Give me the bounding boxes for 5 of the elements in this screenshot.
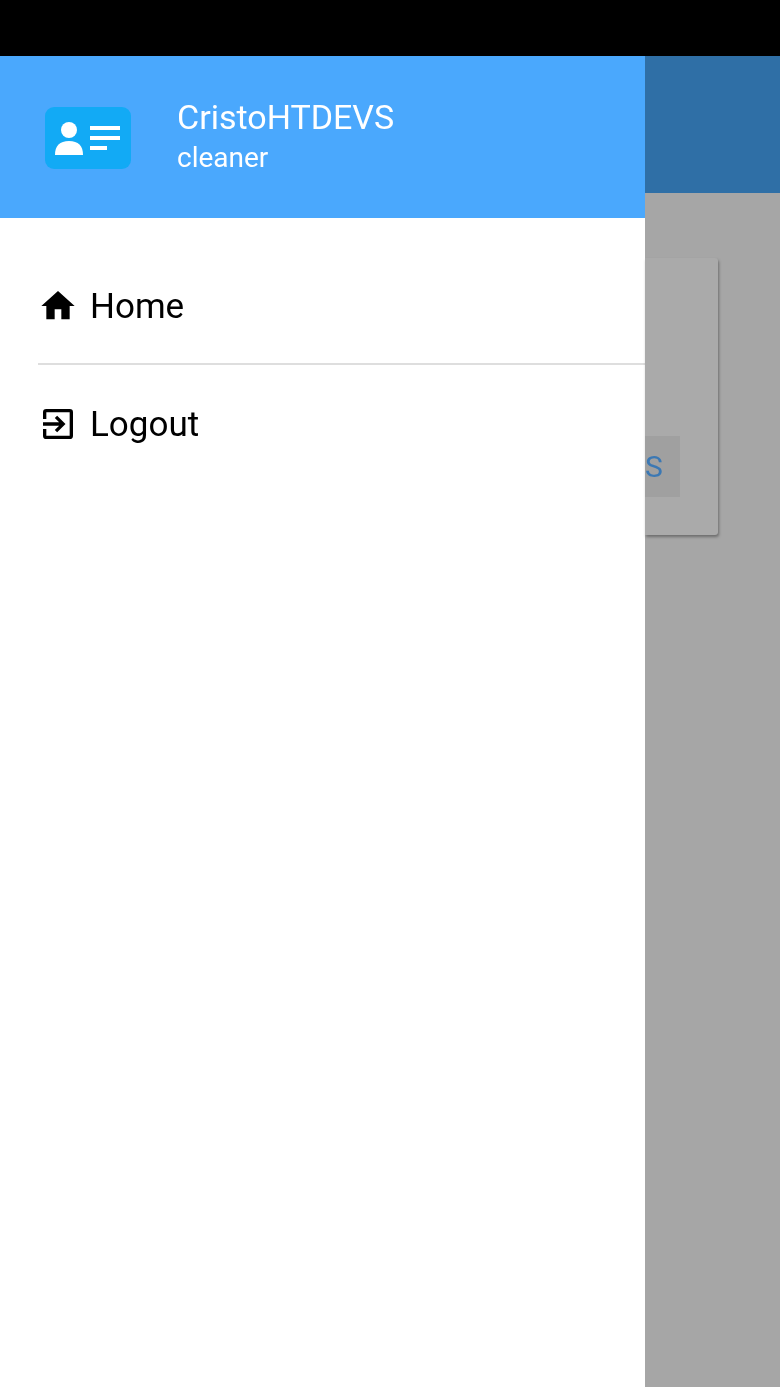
drawer-item[interactable]: Logout [38,396,645,452]
user-role: cleaner [177,140,270,176]
contact-card-icon [45,107,131,169]
drawer-item[interactable]: Home [38,278,645,334]
user-name: CristoHTDEVS [177,96,395,138]
